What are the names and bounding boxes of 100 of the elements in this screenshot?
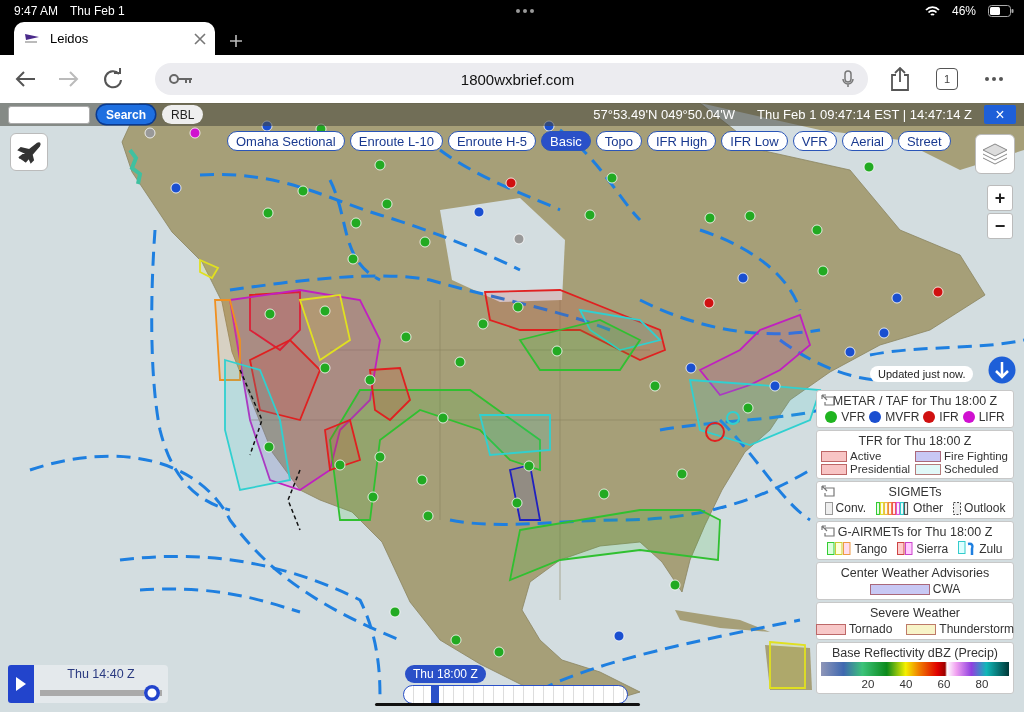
expand-icon[interactable] bbox=[821, 394, 835, 406]
battery-percent: 46% bbox=[952, 4, 976, 18]
back-icon[interactable] bbox=[14, 70, 36, 88]
zoom-button[interactable]: + bbox=[987, 185, 1013, 211]
layer-tab[interactable]: Omaha Sectional bbox=[227, 131, 345, 151]
radar-echo bbox=[128, 148, 143, 185]
legend-label: CWA bbox=[932, 582, 961, 596]
browser-tab[interactable]: Leidos bbox=[14, 22, 215, 55]
station-dot bbox=[347, 253, 359, 265]
station-dot bbox=[367, 491, 379, 503]
expand-icon[interactable] bbox=[821, 485, 835, 497]
station-dot bbox=[676, 468, 688, 480]
station-dot bbox=[144, 127, 156, 139]
station-dot bbox=[606, 172, 618, 184]
layer-tab[interactable]: Basic bbox=[541, 131, 591, 151]
station-dot bbox=[263, 441, 275, 453]
station-dot bbox=[422, 510, 434, 522]
legend-label: Conv. bbox=[835, 501, 867, 515]
legend-title: TFR for Thu 18:00 Z bbox=[858, 434, 972, 448]
station-dot bbox=[669, 579, 681, 591]
advisory-area bbox=[769, 641, 806, 689]
more-icon[interactable] bbox=[984, 76, 1004, 82]
outline-swatch-icon bbox=[824, 501, 833, 515]
address-bar[interactable]: 1800wxbrief.com bbox=[155, 63, 868, 95]
tab-count[interactable]: 1 bbox=[936, 68, 958, 90]
zoom-button[interactable]: − bbox=[987, 213, 1013, 239]
station-dot bbox=[473, 206, 485, 218]
slider-thumb[interactable] bbox=[144, 685, 161, 701]
outlook-outline bbox=[287, 469, 301, 531]
legend-label: Sierra bbox=[916, 541, 949, 556]
close-icon[interactable] bbox=[193, 31, 207, 46]
legend-label: Scheduled bbox=[944, 463, 999, 475]
station-dot bbox=[374, 159, 386, 171]
station-dot bbox=[704, 212, 716, 224]
update-notice: Updated just now. bbox=[870, 366, 974, 382]
layer-tab[interactable]: IFR Low bbox=[721, 131, 788, 151]
station-dot bbox=[863, 161, 875, 173]
legend-label: IFR bbox=[939, 410, 959, 424]
timeline-label: Thu 18:00 Z bbox=[405, 665, 486, 683]
legend-label: Tango bbox=[854, 541, 888, 556]
close-button[interactable]: × bbox=[984, 105, 1016, 124]
legend-label: Active bbox=[850, 450, 882, 462]
layer-tab[interactable]: Enroute H-5 bbox=[447, 131, 536, 151]
timeline-marker[interactable] bbox=[431, 686, 440, 703]
advisory-area bbox=[199, 258, 220, 280]
status-date: Thu Feb 1 bbox=[70, 4, 125, 18]
station-dot bbox=[505, 177, 517, 189]
status-time: 9:47 AM bbox=[14, 4, 59, 18]
layer-tab[interactable]: VFR bbox=[792, 131, 837, 151]
dashed-swatch-icon bbox=[953, 501, 962, 515]
key-icon bbox=[169, 73, 193, 85]
station-dot bbox=[811, 224, 823, 236]
layer-tab[interactable]: IFR High bbox=[647, 131, 717, 151]
playback-time: Thu 14:40 Z bbox=[67, 667, 135, 681]
station-dot bbox=[513, 233, 525, 245]
station-dot bbox=[613, 630, 625, 642]
station-dot bbox=[685, 362, 697, 374]
tfr-circle bbox=[705, 422, 725, 442]
legend-title: METAR / TAF for Thu 18:00 Z bbox=[832, 394, 998, 408]
date-time-text: Thu Feb 1 09:47:14 EST | 14:47:14 Z bbox=[757, 107, 972, 122]
station-dot bbox=[703, 297, 715, 309]
layer-tab[interactable]: Street bbox=[897, 131, 951, 151]
station-dot bbox=[334, 459, 346, 471]
station-dot bbox=[437, 412, 449, 424]
layers-icon bbox=[982, 142, 1008, 166]
station-dot bbox=[477, 318, 489, 330]
legend-label: Zulu bbox=[979, 541, 1003, 556]
station-dot bbox=[769, 380, 781, 392]
search-button[interactable]: Search bbox=[97, 105, 156, 124]
station-dot bbox=[598, 488, 610, 500]
legend-label: Outlook bbox=[964, 501, 1006, 515]
station-dot bbox=[389, 606, 401, 618]
station-dot bbox=[584, 209, 596, 221]
rbl-button[interactable]: RBL bbox=[162, 105, 204, 124]
reload-icon[interactable] bbox=[102, 68, 124, 90]
expand-icon[interactable] bbox=[821, 525, 835, 537]
station-dot bbox=[264, 308, 276, 320]
share-icon[interactable] bbox=[890, 67, 910, 91]
layer-tab[interactable]: Aerial bbox=[841, 131, 893, 151]
legend-label: LIFR bbox=[978, 410, 1005, 424]
layers-button[interactable] bbox=[975, 134, 1015, 174]
station-dot bbox=[454, 356, 466, 368]
new-tab-icon[interactable] bbox=[229, 33, 243, 48]
station-dot bbox=[737, 272, 749, 284]
legend-label: VFR bbox=[841, 410, 866, 424]
station-dot bbox=[189, 127, 201, 139]
flag-icon bbox=[24, 32, 40, 45]
station-dot bbox=[817, 265, 829, 277]
station-dot bbox=[297, 185, 309, 197]
microphone-icon[interactable] bbox=[842, 70, 854, 88]
play-button[interactable] bbox=[8, 665, 34, 703]
station-dot bbox=[350, 217, 362, 229]
station-dot bbox=[744, 210, 756, 222]
layer-tab[interactable]: Enroute L-10 bbox=[349, 131, 443, 151]
station-dot bbox=[381, 198, 393, 210]
station-dot bbox=[511, 497, 523, 509]
legend-title: Severe Weather bbox=[869, 606, 961, 620]
airplane-button[interactable] bbox=[10, 133, 48, 171]
station-dot bbox=[891, 292, 903, 304]
station-dot bbox=[170, 182, 182, 194]
